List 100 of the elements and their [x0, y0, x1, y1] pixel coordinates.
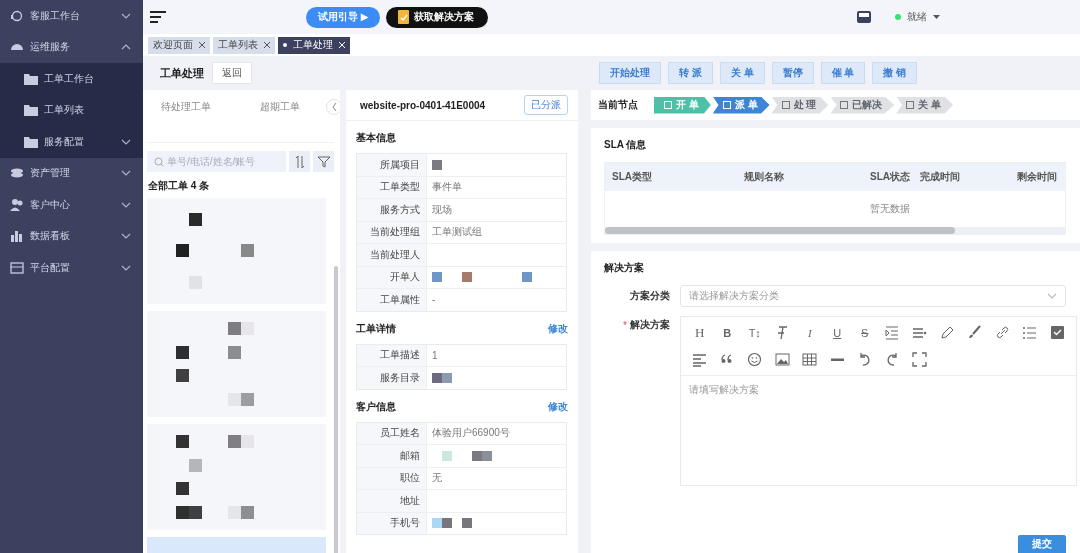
- step-icon: [906, 101, 915, 109]
- status-badge: 已分派: [524, 95, 568, 115]
- pixelated-redaction: [228, 345, 241, 359]
- toolbar-button[interactable]: B: [713, 319, 741, 346]
- guide-button[interactable]: 试用引导 ▶: [306, 6, 381, 28]
- toolbar-button[interactable]: S: [851, 319, 879, 346]
- status-dropdown[interactable]: 就绪: [895, 10, 940, 24]
- field-label: 当前处理组: [357, 221, 427, 243]
- chevron-down-icon: [1047, 293, 1057, 299]
- scrollbar-thumb[interactable]: [605, 227, 955, 234]
- toolbar-button[interactable]: I: [796, 319, 824, 346]
- close-icon: [199, 42, 205, 48]
- sidebar-item[interactable]: 工单工作台: [0, 63, 143, 95]
- indent-icon: [884, 325, 900, 340]
- smiley-icon: [747, 352, 763, 367]
- field-label: 所属项目: [357, 154, 427, 176]
- action-button[interactable]: 关 单: [719, 62, 765, 84]
- pixelated-redaction: [189, 458, 202, 472]
- toolbar-button[interactable]: H: [686, 319, 714, 346]
- sidebar-item[interactable]: 平台配置: [0, 252, 143, 284]
- progress-step: 处 理: [771, 96, 829, 114]
- field-label: 服务方式: [357, 199, 427, 221]
- ticket-number: website-pro-0401-41E0004: [360, 99, 486, 111]
- toolbar-button[interactable]: U: [823, 319, 851, 346]
- fullscreen-icon: [912, 352, 928, 367]
- field-value: 事件单: [432, 180, 462, 195]
- document-check-icon: [398, 10, 411, 24]
- sidebar-item[interactable]: 服务配置: [0, 126, 143, 158]
- sidebar-item[interactable]: 资产管理: [0, 157, 143, 189]
- collapse-button[interactable]: [326, 99, 340, 115]
- list-tab[interactable]: 待处理工单: [161, 100, 232, 114]
- pixelated-redaction: [176, 244, 189, 258]
- step-icon: [664, 101, 672, 109]
- sidebar-item[interactable]: 客户中心: [0, 189, 143, 221]
- sidebar-item[interactable]: 工单列表: [0, 94, 143, 126]
- field-label: 手机号: [357, 512, 427, 534]
- folder-icon: [24, 104, 38, 117]
- search-icon: [154, 157, 164, 167]
- action-button[interactable]: 开始处理: [599, 62, 661, 84]
- column-header: SLA状态: [869, 170, 910, 184]
- solution-button[interactable]: 获取解决方案: [386, 6, 489, 28]
- folder-icon: [24, 135, 38, 148]
- field-label: 地址: [357, 490, 427, 512]
- progress-step: 开 单: [654, 96, 711, 114]
- back-button[interactable]: 返回: [212, 62, 252, 84]
- section-title: 工单详情: [356, 321, 396, 336]
- pixelated-redaction: [228, 392, 254, 406]
- action-button[interactable]: 撤 销: [872, 62, 918, 84]
- field-value: 体验用户66900号: [432, 426, 510, 441]
- link-icon: [994, 325, 1010, 340]
- toolbar-button[interactable]: T↕: [741, 319, 769, 346]
- form-label: 解决方案: [630, 318, 670, 332]
- pixelated-redaction: [176, 435, 189, 449]
- section-title: SLA 信息: [604, 138, 648, 152]
- pixelated-redaction: [176, 369, 189, 383]
- action-button[interactable]: 催 单: [820, 62, 866, 84]
- progress-step: 已解决: [830, 96, 895, 114]
- scrollbar-thumb[interactable]: [334, 266, 338, 553]
- bullet-list-icon: [1022, 325, 1038, 340]
- step-icon: [781, 101, 790, 109]
- sidebar-item[interactable]: 运维服务: [0, 31, 143, 63]
- checkbox-icon: [1049, 325, 1065, 340]
- close-icon: [339, 42, 345, 48]
- page-tab[interactable]: 工单处理: [278, 36, 350, 54]
- image-icon: [774, 352, 790, 367]
- field-value: 现场: [432, 202, 452, 217]
- pixelated-redaction: [462, 272, 472, 283]
- dot-icon: [283, 43, 287, 47]
- sidebar-item[interactable]: 数据看板: [0, 220, 143, 252]
- edit-link[interactable]: 修改: [548, 321, 568, 336]
- action-button[interactable]: 转 派: [668, 62, 713, 84]
- field-label: 邮箱: [357, 445, 427, 467]
- field-value: 工单测试组: [432, 225, 482, 240]
- field-value: 1: [432, 349, 438, 361]
- rich-text-editor[interactable]: H B T↕ I U S 请填写解决方案: [680, 316, 1077, 486]
- action-button[interactable]: 暂停: [771, 62, 814, 84]
- search-field[interactable]: 单号/电话/姓名/账号: [147, 151, 286, 172]
- align-icon: [912, 325, 928, 340]
- sidebar-item[interactable]: 客服工作台: [0, 0, 143, 32]
- pixelated-redaction: [189, 213, 202, 227]
- pixelated-redaction: [176, 482, 189, 496]
- status-label: 就绪: [907, 10, 927, 24]
- filter-icon: [317, 155, 330, 168]
- field-label: 职位: [357, 467, 427, 489]
- field-value: 无: [432, 471, 442, 486]
- progress-step: 派 单: [712, 96, 770, 114]
- ticket-card[interactable]: [147, 424, 326, 530]
- submit-button[interactable]: 提交: [1018, 535, 1066, 553]
- pixelated-redaction: [228, 505, 254, 519]
- filter-button[interactable]: [313, 151, 334, 172]
- bar-chart-icon: [10, 229, 24, 244]
- inbox-icon: [857, 11, 871, 23]
- list-tab[interactable]: 超期工单: [259, 100, 320, 114]
- caret-down-icon: [933, 15, 940, 19]
- field-label: 工单描述: [357, 344, 427, 366]
- form-label: 方案分类: [629, 289, 670, 303]
- edit-link[interactable]: 修改: [548, 399, 568, 414]
- align-left-icon: [692, 352, 708, 367]
- page-tab[interactable]: 工单列表: [213, 36, 275, 54]
- page-tab[interactable]: 欢迎页面: [148, 36, 210, 54]
